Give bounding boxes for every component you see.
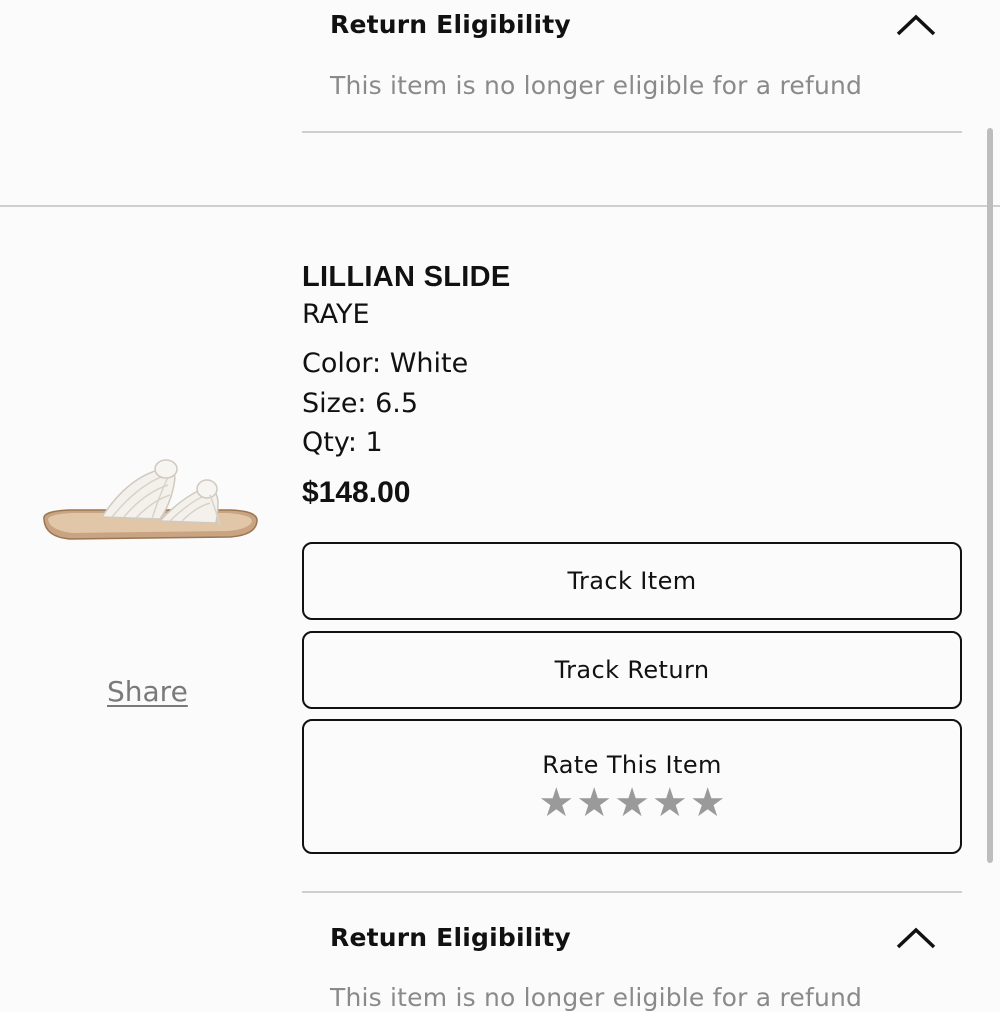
- scrollbar[interactable]: [987, 128, 993, 863]
- star-icon[interactable]: ★: [614, 783, 650, 823]
- product-image[interactable]: [40, 455, 262, 550]
- star-icon[interactable]: ★: [576, 783, 612, 823]
- return-eligibility-title-top: Return Eligibility: [330, 10, 571, 39]
- return-eligibility-message-bottom: This item is no longer eligible for a re…: [330, 983, 863, 1012]
- rate-item-label: Rate This Item: [542, 750, 722, 779]
- star-rating[interactable]: ★ ★ ★ ★ ★: [538, 783, 725, 823]
- section-divider-bottom: [302, 891, 962, 893]
- star-icon[interactable]: ★: [652, 783, 688, 823]
- star-icon[interactable]: ★: [690, 783, 726, 823]
- chevron-up-icon[interactable]: [896, 13, 936, 37]
- section-divider-top: [302, 131, 962, 133]
- return-eligibility-title-bottom: Return Eligibility: [330, 923, 571, 952]
- product-price: $148.00: [302, 476, 411, 509]
- share-link[interactable]: Share: [107, 675, 188, 708]
- track-item-button[interactable]: Track Item: [302, 542, 962, 620]
- product-name[interactable]: LILLIAN SLIDE: [302, 261, 511, 294]
- rate-item-box: Rate This Item ★ ★ ★ ★ ★: [302, 719, 962, 854]
- track-item-label: Track Item: [567, 567, 697, 595]
- chevron-up-icon[interactable]: [896, 926, 936, 950]
- product-quantity: Qty: 1: [302, 427, 383, 458]
- return-eligibility-message-top: This item is no longer eligible for a re…: [330, 71, 863, 100]
- star-icon[interactable]: ★: [538, 783, 574, 823]
- track-return-button[interactable]: Track Return: [302, 631, 962, 709]
- product-size: Size: 6.5: [302, 388, 419, 419]
- track-return-label: Track Return: [554, 656, 710, 684]
- product-color: Color: White: [302, 348, 469, 379]
- product-brand[interactable]: RAYE: [302, 299, 370, 330]
- order-item-separator: [0, 205, 1000, 207]
